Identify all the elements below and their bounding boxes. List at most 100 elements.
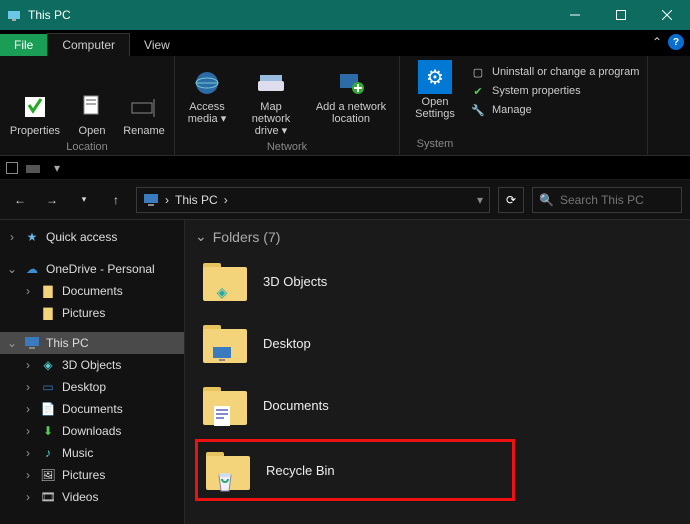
folder-icon	[201, 381, 249, 429]
expand-icon[interactable]: ›	[22, 402, 34, 416]
expand-icon[interactable]: ›	[22, 284, 34, 298]
system-properties-button[interactable]: ✔System properties	[470, 83, 639, 99]
qat-drive-icon[interactable]	[24, 159, 42, 177]
manage-button[interactable]: 🔧Manage	[470, 102, 639, 118]
sidebar-label: Documents	[62, 284, 123, 298]
help-icon[interactable]: ?	[668, 34, 684, 50]
expand-icon[interactable]: ›	[22, 380, 34, 394]
open-settings-button[interactable]: ⚙ Open Settings	[408, 60, 462, 120]
search-box[interactable]: 🔍	[532, 187, 682, 213]
folder-icon: ▇	[40, 305, 56, 321]
sidebar-item-onedrive[interactable]: ⌄ ☁ OneDrive - Personal	[0, 258, 184, 280]
back-button[interactable]: ←	[8, 188, 32, 212]
rename-icon	[128, 91, 160, 123]
sidebar-label: Documents	[62, 402, 123, 416]
expand-icon[interactable]: ›	[22, 424, 34, 438]
sidebar-item-quick-access[interactable]: › ★ Quick access	[0, 226, 184, 248]
access-media-icon	[191, 67, 223, 99]
sidebar-item-pictures[interactable]: › 🖼 Pictures	[0, 464, 184, 486]
ribbon-group-location: Properties Open Rename Location	[0, 56, 175, 155]
properties-button[interactable]: Properties	[8, 91, 62, 137]
qat-dropdown-icon[interactable]: ▾	[48, 159, 66, 177]
sidebar-item-documents[interactable]: › 📄 Documents	[0, 398, 184, 420]
ribbon-tabs: File Computer View ⌃ ?	[0, 30, 690, 56]
folder-item-documents[interactable]: Documents	[195, 377, 515, 433]
folder-item-recycle-bin[interactable]: Recycle Bin	[195, 439, 515, 501]
address-bar[interactable]: › This PC › ▾	[136, 187, 490, 213]
manage-icon: 🔧	[470, 102, 486, 118]
sidebar-item-onedrive-pictures[interactable]: ▇ Pictures	[0, 302, 184, 324]
breadcrumb-root[interactable]: This PC	[175, 193, 218, 207]
expand-icon[interactable]: ›	[22, 358, 34, 372]
desktop-icon: ▭	[40, 379, 56, 395]
window-title: This PC	[28, 8, 552, 22]
navigation-pane: › ★ Quick access ⌄ ☁ OneDrive - Personal…	[0, 220, 185, 524]
group-label-system: System	[417, 138, 454, 150]
refresh-button[interactable]: ⟳	[498, 187, 524, 213]
folders-group-header[interactable]: ⌄ Folders (7)	[195, 228, 680, 245]
3d-overlay-icon: ◈	[211, 281, 233, 303]
expand-icon[interactable]: ›	[22, 468, 34, 482]
up-button[interactable]: ↑	[104, 188, 128, 212]
sidebar-item-onedrive-documents[interactable]: › ▇ Documents	[0, 280, 184, 302]
pictures-icon: 🖼	[40, 467, 56, 483]
folder-label: Desktop	[263, 336, 311, 351]
close-button[interactable]	[644, 0, 690, 30]
desktop-overlay-icon	[211, 343, 233, 365]
collapse-group-icon[interactable]: ⌄	[195, 228, 207, 245]
sidebar-label: Music	[62, 446, 93, 460]
collapse-ribbon-icon[interactable]: ⌃	[652, 35, 662, 49]
sidebar-item-desktop[interactable]: › ▭ Desktop	[0, 376, 184, 398]
folder-item-3d-objects[interactable]: ◈ 3D Objects	[195, 253, 515, 309]
sysprops-icon: ✔	[470, 83, 486, 99]
folder-icon	[204, 446, 252, 494]
sidebar-item-this-pc[interactable]: ⌄ This PC	[0, 332, 184, 354]
map-drive-icon	[255, 67, 287, 99]
collapse-icon[interactable]: ⌄	[6, 336, 18, 350]
add-network-location-button[interactable]: Add a network location	[311, 67, 391, 137]
sidebar-label: OneDrive - Personal	[46, 262, 155, 276]
tab-view[interactable]: View	[130, 34, 184, 56]
sidebar-label: Pictures	[62, 468, 105, 482]
search-input[interactable]	[560, 193, 675, 207]
documents-icon: 📄	[40, 401, 56, 417]
collapse-icon[interactable]: ⌄	[6, 262, 18, 276]
folder-item-desktop[interactable]: Desktop	[195, 315, 515, 371]
map-drive-button[interactable]: Map network drive ▾	[241, 67, 301, 137]
documents-overlay-icon	[211, 405, 233, 427]
sidebar-item-3d-objects[interactable]: ›◈3D Objects	[0, 354, 184, 376]
folder-icon: ▇	[40, 283, 56, 299]
tab-computer[interactable]: Computer	[47, 33, 130, 56]
forward-button[interactable]: →	[40, 188, 64, 212]
access-media-button[interactable]: Access media ▾	[183, 67, 231, 137]
sidebar-item-downloads[interactable]: ›⬇Downloads	[0, 420, 184, 442]
title-bar: This PC	[0, 0, 690, 30]
recent-locations-button[interactable]: ▾	[72, 188, 96, 212]
sidebar-item-music[interactable]: ›♪Music	[0, 442, 184, 464]
uninstall-program-button[interactable]: ▢Uninstall or change a program	[470, 64, 639, 80]
expand-icon[interactable]: ›	[6, 230, 18, 244]
ribbon-group-network: Access media ▾ Map network drive ▾ Add a…	[175, 56, 400, 155]
settings-icon: ⚙	[418, 60, 452, 94]
sidebar-label: Downloads	[62, 424, 121, 438]
maximize-button[interactable]	[598, 0, 644, 30]
group-header-label: Folders (7)	[213, 229, 281, 245]
sidebar-label: Pictures	[62, 306, 105, 320]
sidebar-label: Videos	[62, 490, 98, 504]
open-button[interactable]: Open	[72, 91, 112, 137]
rename-button[interactable]: Rename	[122, 91, 166, 137]
qat-checkbox-icon[interactable]	[6, 162, 18, 174]
group-label-location: Location	[66, 141, 108, 153]
sidebar-item-videos[interactable]: ›🎞Videos	[0, 486, 184, 508]
tab-file[interactable]: File	[0, 34, 47, 56]
address-pc-icon	[143, 193, 159, 207]
minimize-button[interactable]	[552, 0, 598, 30]
add-network-location-icon	[335, 67, 367, 99]
sidebar-label: This PC	[46, 336, 89, 350]
expand-icon[interactable]: ›	[22, 490, 34, 504]
sidebar-label: Desktop	[62, 380, 106, 394]
content-pane: ⌄ Folders (7) ◈ 3D Objects Desktop Docum…	[185, 220, 690, 524]
expand-icon[interactable]: ›	[22, 446, 34, 460]
address-dropdown-icon[interactable]: ▾	[477, 193, 483, 207]
cloud-icon: ☁	[24, 261, 40, 277]
